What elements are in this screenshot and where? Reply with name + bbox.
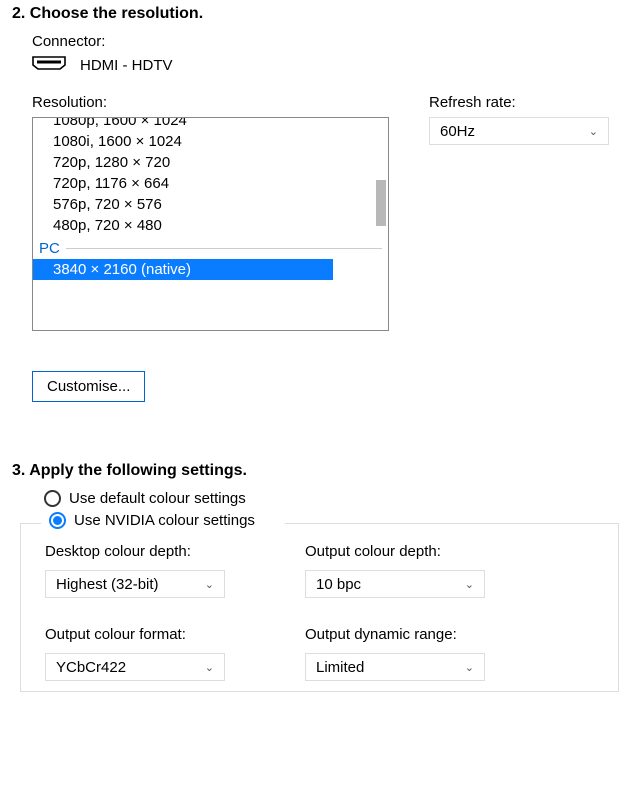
list-item[interactable]: 720p, 1176 × 664 — [33, 173, 388, 194]
radio-nvidia-settings[interactable]: Use NVIDIA colour settings — [49, 512, 255, 529]
customise-button[interactable]: Customise... — [32, 371, 145, 402]
radio-icon — [49, 512, 66, 529]
output-format-value: YCbCr422 — [56, 659, 126, 676]
output-range-label: Output dynamic range: — [305, 626, 495, 643]
chevron-down-icon: ⌄ — [205, 578, 214, 591]
resolution-label: Resolution: — [32, 94, 389, 111]
chevron-down-icon: ⌄ — [465, 661, 474, 674]
connector-row: HDMI - HDTV — [32, 56, 609, 74]
radio-icon — [44, 490, 61, 507]
radio-nvidia-label: Use NVIDIA colour settings — [74, 512, 255, 529]
list-group-pc: PC — [33, 236, 388, 259]
chevron-down-icon: ⌄ — [589, 125, 598, 138]
refresh-rate-value: 60Hz — [440, 123, 475, 140]
output-range-select[interactable]: Limited ⌄ — [305, 653, 485, 681]
nvidia-settings-panel: Use NVIDIA colour settings Desktop colou… — [20, 523, 619, 692]
radio-default-label: Use default colour settings — [69, 490, 246, 507]
refresh-rate-select[interactable]: 60Hz ⌄ — [429, 117, 609, 145]
output-depth-select[interactable]: 10 bpc ⌄ — [305, 570, 485, 598]
connector-label: Connector: — [32, 33, 609, 50]
hdmi-icon — [32, 56, 66, 74]
scrollbar-thumb[interactable] — [376, 180, 386, 226]
connector-value: HDMI - HDTV — [80, 57, 173, 74]
output-format-select[interactable]: YCbCr422 ⌄ — [45, 653, 225, 681]
list-item[interactable]: 576p, 720 × 576 — [33, 194, 388, 215]
desktop-depth-label: Desktop colour depth: — [45, 543, 235, 560]
desktop-depth-value: Highest (32-bit) — [56, 576, 159, 593]
resolution-listbox[interactable]: 1080i, 1680 × 1050 1080p, 1600 × 1024 10… — [32, 117, 389, 331]
step2-title: 2. Choose the resolution. — [0, 5, 629, 33]
output-format-label: Output colour format: — [45, 626, 235, 643]
output-depth-value: 10 bpc — [316, 576, 361, 593]
radio-default-settings[interactable]: Use default colour settings — [44, 490, 629, 507]
list-item-selected[interactable]: 3840 × 2160 (native) — [33, 259, 333, 280]
output-depth-label: Output colour depth: — [305, 543, 495, 560]
desktop-depth-select[interactable]: Highest (32-bit) ⌄ — [45, 570, 225, 598]
step3-title: 3. Apply the following settings. — [0, 462, 629, 490]
chevron-down-icon: ⌄ — [465, 578, 474, 591]
chevron-down-icon: ⌄ — [205, 661, 214, 674]
list-item[interactable]: 720p, 1280 × 720 — [33, 152, 388, 173]
refresh-rate-label: Refresh rate: — [429, 94, 609, 111]
list-item[interactable]: 1080i, 1600 × 1024 — [33, 131, 388, 152]
list-item[interactable]: 1080p, 1600 × 1024 — [33, 117, 388, 131]
list-item[interactable]: 480p, 720 × 480 — [33, 215, 388, 236]
output-range-value: Limited — [316, 659, 364, 676]
